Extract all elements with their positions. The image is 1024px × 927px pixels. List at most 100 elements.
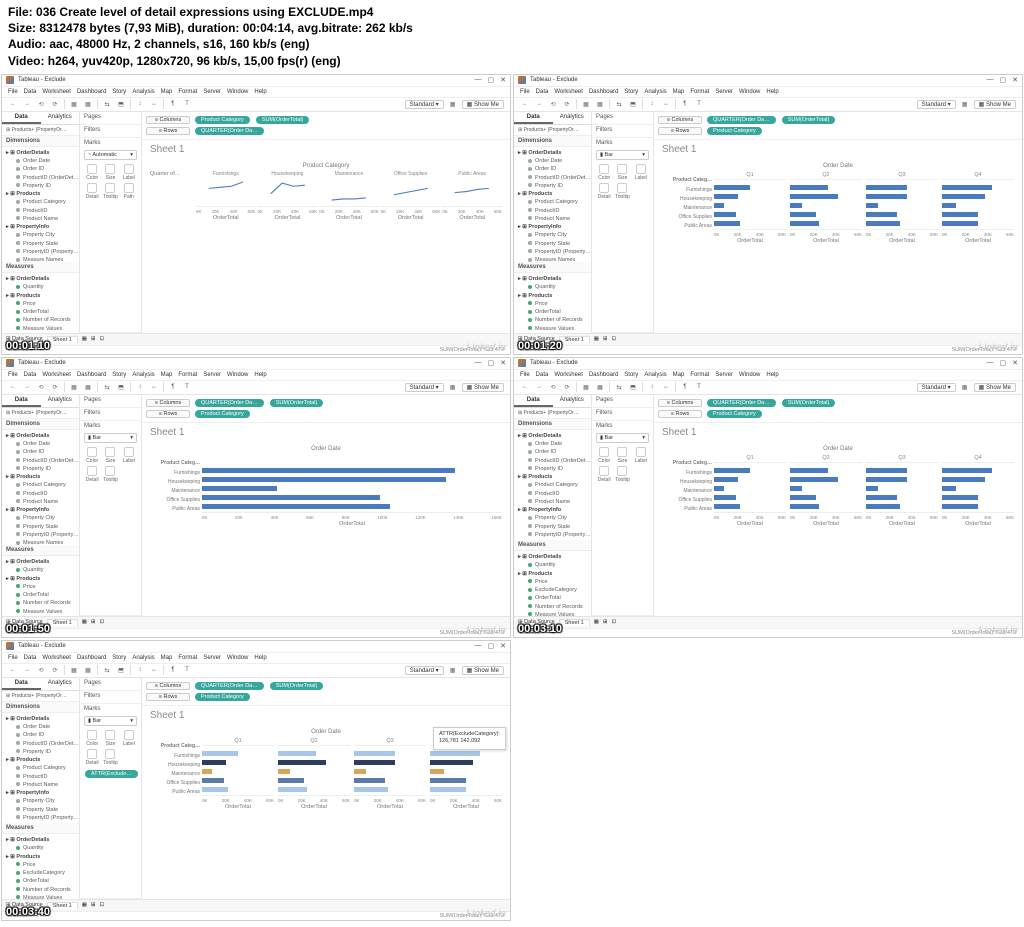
toolbar-icon[interactable]: ← <box>8 99 18 109</box>
field-item[interactable]: Number of Records <box>6 886 79 894</box>
menu-analysis[interactable]: Analysis <box>644 372 666 378</box>
shelf-pill[interactable]: QUARTER(Order Da… <box>707 399 776 407</box>
mark-label-button[interactable]: Label <box>121 447 137 464</box>
field-item[interactable]: Quantity <box>6 283 79 291</box>
menu-analysis[interactable]: Analysis <box>644 89 666 95</box>
mark-size-button[interactable]: Size <box>102 730 118 747</box>
bar[interactable] <box>202 477 446 482</box>
menu-help[interactable]: Help <box>766 89 778 95</box>
field-item[interactable]: ProductID (OrderDet… <box>6 457 79 465</box>
mark-tooltip-button[interactable]: Tooltip <box>614 466 630 483</box>
bar[interactable] <box>942 194 985 199</box>
toolbar-icon[interactable]: → <box>22 382 32 392</box>
menu-help[interactable]: Help <box>254 655 266 661</box>
field-item[interactable]: Quantity <box>6 566 79 574</box>
menu-window[interactable]: Window <box>227 655 248 661</box>
mark-label-button[interactable]: Label <box>633 447 649 464</box>
new-story-icon[interactable]: ⊡ <box>100 619 105 625</box>
new-dashboard-icon[interactable]: ⊞ <box>91 902 96 908</box>
bar[interactable] <box>278 760 326 765</box>
tab-data[interactable]: Data <box>2 112 41 124</box>
bar[interactable] <box>202 751 238 756</box>
mark-size-button[interactable]: Size <box>614 164 630 181</box>
field-item[interactable]: OrderTotal <box>6 308 79 316</box>
close-button[interactable]: ✕ <box>1012 359 1018 367</box>
menu-story[interactable]: Story <box>624 372 638 378</box>
field-item[interactable]: OrderTotal <box>518 308 591 316</box>
field-item[interactable]: Order Date <box>6 157 79 165</box>
bar[interactable] <box>354 778 385 783</box>
menu-server[interactable]: Server <box>715 89 733 95</box>
menu-story[interactable]: Story <box>112 655 126 661</box>
field-item[interactable]: ProductID <box>518 490 591 498</box>
menu-story[interactable]: Story <box>112 372 126 378</box>
menu-file[interactable]: File <box>8 89 18 95</box>
present-icon[interactable]: ▦ <box>448 665 458 675</box>
maximize-button[interactable]: ▢ <box>488 76 495 84</box>
show-me-button[interactable]: ▦ Show Me <box>462 383 504 392</box>
new-sheet-icon[interactable]: ▦ <box>594 336 599 342</box>
toolbar-icon[interactable]: ▦ <box>595 382 605 392</box>
mark-color-button[interactable]: Color <box>84 164 100 181</box>
bar[interactable] <box>714 221 740 226</box>
mark-color-button[interactable]: Color <box>596 164 612 181</box>
bar[interactable] <box>790 221 819 226</box>
field-item[interactable]: Product Name <box>518 498 591 506</box>
bar[interactable] <box>278 769 290 774</box>
field-item[interactable]: Property State <box>6 240 79 248</box>
datasource-item[interactable]: ⊞ Products+ (PropertyOr… <box>2 691 79 702</box>
menu-data[interactable]: Data <box>24 372 37 378</box>
menu-server[interactable]: Server <box>203 89 221 95</box>
toolbar-icon[interactable]: ← <box>8 665 18 675</box>
shelf-pill[interactable]: QUARTER(Order Da… <box>195 399 264 407</box>
field-item[interactable]: Number of Records <box>518 316 591 324</box>
present-icon[interactable]: ▦ <box>960 382 970 392</box>
shelf-pill[interactable]: SUM(OrderTotal) <box>782 399 836 407</box>
bar[interactable] <box>942 203 956 208</box>
show-me-button[interactable]: ▦ Show Me <box>974 383 1016 392</box>
toolbar-icon[interactable]: → <box>22 665 32 675</box>
field-item[interactable]: PropertyID (Property… <box>6 531 79 539</box>
datasource-item[interactable]: ⊞ Products+ (PropertyOr… <box>2 408 79 419</box>
new-sheet-icon[interactable]: ▦ <box>594 619 599 625</box>
menu-worksheet[interactable]: Worksheet <box>42 89 71 95</box>
bar[interactable] <box>790 486 802 491</box>
toolbar-icon[interactable]: ▦ <box>83 99 93 109</box>
mark-detail-button[interactable]: Detail <box>84 749 100 766</box>
field-item[interactable]: Price <box>6 583 79 591</box>
toolbar-icon[interactable]: ← <box>8 382 18 392</box>
toolbar-icon[interactable]: ⇆ <box>102 665 112 675</box>
shelf-pill[interactable]: QUARTER(Order Da… <box>195 682 264 690</box>
field-item[interactable]: OrderTotal <box>518 594 591 602</box>
bar[interactable] <box>866 468 907 473</box>
field-item[interactable]: Measure Values <box>6 325 79 333</box>
sheet-1-tab[interactable]: Sheet 1 <box>47 902 78 909</box>
shelf-pill[interactable]: Product Category <box>195 693 250 701</box>
toolbar-icon[interactable]: ⟳ <box>562 99 572 109</box>
menu-data[interactable]: Data <box>24 89 37 95</box>
mark-color-button[interactable]: Color <box>84 447 100 464</box>
tab-data[interactable]: Data <box>514 395 553 407</box>
field-item[interactable]: Order ID <box>6 165 79 173</box>
mark-type-dropdown[interactable]: ▮ Bar▾ <box>596 150 649 160</box>
toolbar-icon[interactable]: ▦ <box>69 665 79 675</box>
toolbar-icon[interactable]: ▦ <box>83 382 93 392</box>
bar[interactable] <box>714 194 738 199</box>
bar[interactable] <box>790 212 816 217</box>
toolbar-icon[interactable]: ← <box>520 99 530 109</box>
bar[interactable] <box>202 468 455 473</box>
field-item[interactable]: ExcludeCategory <box>518 586 591 594</box>
menu-dashboard[interactable]: Dashboard <box>589 89 618 95</box>
shelf-pill[interactable]: SUM(OrderTotal) <box>782 116 836 124</box>
field-item[interactable]: Order Date <box>6 723 79 731</box>
mark-detail-button[interactable]: Detail <box>84 183 100 200</box>
bar[interactable] <box>354 787 388 792</box>
mark-path-button[interactable]: Path <box>121 183 137 200</box>
bar[interactable] <box>202 769 212 774</box>
mark-color-button[interactable]: Color <box>84 730 100 747</box>
bar[interactable] <box>354 760 395 765</box>
menu-help[interactable]: Help <box>254 89 266 95</box>
new-story-icon[interactable]: ⊡ <box>612 619 617 625</box>
menu-analysis[interactable]: Analysis <box>132 89 154 95</box>
field-item[interactable]: Order Date <box>518 157 591 165</box>
